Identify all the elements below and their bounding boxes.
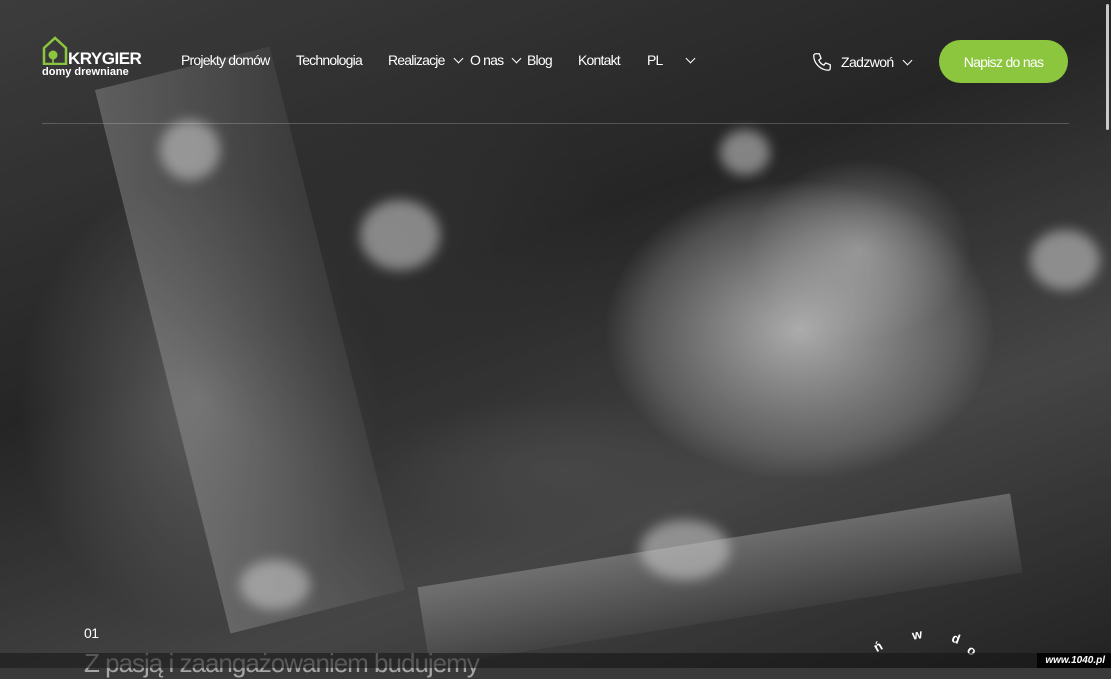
rotating-letter: w [910, 626, 924, 643]
logo-tagline: domy drewniane [42, 66, 129, 78]
site-header: KRYGIER domy drewniane Projekty domów Te… [0, 0, 1111, 124]
call-dropdown[interactable]: Zadzwoń [811, 51, 913, 73]
nav-item-label: Realizacje [388, 52, 445, 68]
header-divider [42, 123, 1069, 124]
nav-item-kontakt[interactable]: Kontakt [578, 52, 621, 68]
phone-icon [813, 53, 831, 71]
watermark: www.1040.pl [1037, 653, 1111, 668]
nav-item-label: O nas [470, 52, 504, 68]
language-selector[interactable]: PL [647, 52, 695, 68]
nav-item-projekty[interactable]: Projekty domów [181, 52, 270, 68]
chevron-down-icon [511, 53, 522, 63]
chevron-down-icon [902, 55, 913, 65]
rotating-letter: d [949, 630, 963, 647]
nav-item-label: Projekty domów [181, 52, 270, 68]
slide-number: 01 [84, 625, 99, 641]
call-label: Zadzwoń [841, 54, 894, 70]
nav-item-label: Kontakt [578, 52, 621, 68]
nav-item-label: Blog [527, 52, 553, 68]
logo-link[interactable]: KRYGIER domy drewniane [42, 35, 142, 81]
chevron-down-icon [453, 53, 464, 63]
nav-item-realizacje[interactable]: Realizacje [388, 52, 464, 68]
bottom-strip [0, 653, 1111, 668]
scrollbar-thumb[interactable] [1106, 4, 1109, 130]
nav-item-technologia[interactable]: Technologia [296, 52, 363, 68]
nav-item-blog[interactable]: Blog [527, 52, 553, 68]
house-logo-icon [42, 36, 68, 65]
language-label: PL [647, 52, 663, 68]
nav-item-label: Technologia [296, 52, 363, 68]
chevron-down-icon [685, 53, 695, 63]
contact-us-button[interactable]: Napisz do nas [939, 40, 1068, 83]
nav-item-o-nas[interactable]: O nas [470, 52, 522, 68]
